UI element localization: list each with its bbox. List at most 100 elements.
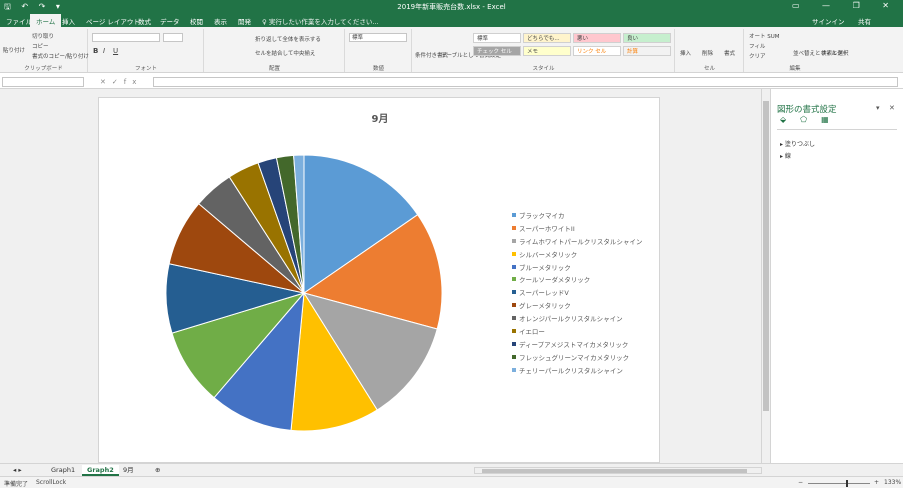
style-normal[interactable]: 標準: [473, 33, 521, 43]
ribbon: 貼り付け 切り取り コピー 書式のコピー/貼り付け クリップボード B I U …: [0, 27, 903, 73]
tab-home[interactable]: ホーム: [30, 14, 62, 27]
bold-button[interactable]: B: [93, 47, 98, 55]
merge-center-button[interactable]: セルを結合して中央揃え: [255, 49, 315, 57]
style-note[interactable]: メモ: [523, 46, 571, 56]
vertical-scrollbar[interactable]: [761, 89, 770, 463]
legend-entry[interactable]: ブルーメタリック: [512, 262, 642, 275]
style-linked-cell[interactable]: リンク セル: [573, 46, 621, 56]
underline-button[interactable]: U: [113, 47, 118, 55]
tab-formulas[interactable]: 数式: [138, 16, 151, 26]
horizontal-scrollbar[interactable]: [474, 467, 762, 474]
zoom-in-button[interactable]: +: [874, 479, 879, 486]
legend-key: [512, 303, 516, 308]
cancel-icon[interactable]: ✕: [100, 78, 112, 86]
editing-group-label: 編集: [789, 66, 801, 72]
formula-input[interactable]: [153, 77, 898, 87]
zoom-out-button[interactable]: −: [798, 479, 803, 486]
insert-cells-button[interactable]: 挿入: [680, 49, 691, 57]
legend-entry[interactable]: ライムホワイトパールクリスタルシャイン: [512, 236, 642, 249]
horizontal-scroll-thumb[interactable]: [482, 469, 747, 473]
insert-function-icon[interactable]: fx: [124, 78, 143, 86]
sheet-nav-arrows[interactable]: ◂ ▸: [8, 465, 27, 476]
fill-section[interactable]: ▸ 塗りつぶし: [780, 139, 815, 148]
tab-data[interactable]: データ: [160, 16, 180, 26]
tab-page-layout[interactable]: ページ レイアウト: [86, 16, 140, 26]
legend-entry[interactable]: スーパーホワイトII: [512, 223, 642, 236]
chart-legend[interactable]: ブラックマイカ スーパーホワイトII ライムホワイトパールクリスタルシャイン シルバー…: [512, 210, 642, 378]
formula-icons: ✕✓fx: [100, 78, 142, 86]
legend-entry[interactable]: イエロー: [512, 326, 642, 339]
tab-view[interactable]: 表示: [214, 16, 227, 26]
status-ready: 準備完了: [4, 481, 29, 488]
legend-label: ディープアメジストマイカメタリック: [519, 340, 629, 349]
legend-label: チェリーパールクリスタルシャイン: [519, 366, 623, 375]
style-good[interactable]: 良い: [623, 33, 671, 43]
legend-entry[interactable]: ブラックマイカ: [512, 210, 642, 223]
signin-link[interactable]: サインイン: [812, 16, 845, 26]
legend-entry[interactable]: ディープアメジストマイカメタリック: [512, 339, 642, 352]
legend-label: シルバーメタリック: [519, 250, 578, 259]
legend-entry[interactable]: オレンジパールクリスタルシャイン: [512, 313, 642, 326]
cells-group: 挿入 削除 書式 セル: [676, 29, 744, 72]
find-select-button[interactable]: 検索と選択: [821, 49, 849, 57]
fill-button[interactable]: フィル: [749, 42, 765, 50]
italic-button[interactable]: I: [103, 47, 105, 55]
zoom-slider-knob[interactable]: [846, 480, 848, 487]
font-size-box[interactable]: [163, 33, 183, 42]
enter-icon[interactable]: ✓: [112, 78, 124, 86]
number-group: 標準 数値: [346, 29, 412, 72]
share-button[interactable]: 共有: [858, 16, 871, 26]
zoom-slider-track[interactable]: [808, 483, 870, 484]
style-bad[interactable]: 悪い: [573, 33, 621, 43]
number-format-box[interactable]: 標準: [349, 33, 407, 42]
tab-developer[interactable]: 開発: [238, 16, 251, 26]
pane-close-icon[interactable]: ✕: [889, 104, 895, 112]
format-shape-pane: 図形の書式設定 ▾ ✕ ⬙⬠▦ ▸ 塗りつぶし ▸ 線: [770, 89, 903, 463]
number-group-label: 数値: [372, 66, 384, 72]
sheet-tab-graph2[interactable]: Graph2: [82, 465, 119, 476]
legend-entry[interactable]: フレッシュグリーンマイカメタリック: [512, 352, 642, 365]
font-name-box[interactable]: [92, 33, 160, 42]
legend-label: オレンジパールクリスタルシャイン: [519, 315, 623, 324]
chart-area[interactable]: 9月 ブラックマイカ スーパーホワイトII ライムホワイトパールクリスタルシャインシ…: [98, 97, 660, 463]
legend-entry[interactable]: シルバーメタリック: [512, 249, 642, 262]
sheet-tab-graph1[interactable]: Graph1: [46, 465, 80, 476]
style-neutral[interactable]: どちらでも...: [523, 33, 571, 43]
clear-button[interactable]: クリア: [749, 52, 766, 60]
pie-chart[interactable]: [159, 148, 449, 438]
line-section[interactable]: ▸ 線: [780, 151, 791, 160]
pane-options-chevron-icon[interactable]: ▾: [876, 104, 880, 112]
cells-group-label: セル: [703, 66, 715, 72]
tab-file[interactable]: ファイル: [6, 16, 32, 26]
title-bar: 🖫 ↶ ↷ ▾ 2019年新車販売台数.xlsx - Excel ▭ — ❐ ✕: [0, 0, 903, 13]
format-cells-button[interactable]: 書式: [724, 49, 735, 57]
pie-plot-area[interactable]: [159, 148, 449, 438]
add-sheet-button[interactable]: ⊕: [150, 465, 165, 476]
pane-divider: [777, 129, 897, 130]
chart-title[interactable]: 9月: [99, 110, 661, 125]
format-painter-button[interactable]: 書式のコピー/貼り付け: [32, 52, 89, 60]
style-check-cell[interactable]: チェック セル: [473, 46, 521, 56]
vertical-scroll-thumb[interactable]: [763, 101, 769, 411]
editing-group: オート SUM フィル クリア 並べ替えとフィルター 検索と選択 編集: [745, 29, 849, 72]
paste-button[interactable]: 貼り付け: [3, 46, 25, 54]
legend-entry[interactable]: スーパーレッドV: [512, 287, 642, 300]
name-box[interactable]: [2, 77, 84, 87]
tell-me-search[interactable]: ♀ 実行したい作業を入力してください...: [262, 16, 379, 26]
copy-button[interactable]: コピー: [32, 42, 49, 50]
sheet-tab-september[interactable]: 9月: [118, 465, 139, 476]
legend-entry[interactable]: グレーメタリック: [512, 300, 642, 313]
style-calculation[interactable]: 計算: [623, 46, 671, 56]
zoom-level[interactable]: 133%: [884, 479, 901, 486]
legend-entry[interactable]: クールソーダメタリック: [512, 274, 642, 287]
window-controls[interactable]: ▭ — ❐ ✕: [792, 1, 899, 10]
cut-button[interactable]: 切り取り: [32, 32, 54, 40]
delete-cells-button[interactable]: 削除: [702, 49, 713, 57]
legend-key: [512, 316, 516, 321]
autosum-button[interactable]: オート SUM: [749, 32, 780, 40]
tab-review[interactable]: 校閲: [190, 16, 203, 26]
legend-entry[interactable]: チェリーパールクリスタルシャイン: [512, 365, 642, 378]
pane-icon-row[interactable]: ⬙⬠▦: [780, 115, 843, 124]
wrap-text-button[interactable]: 折り返して全体を表示する: [255, 35, 321, 43]
tab-insert[interactable]: 挿入: [62, 16, 75, 26]
